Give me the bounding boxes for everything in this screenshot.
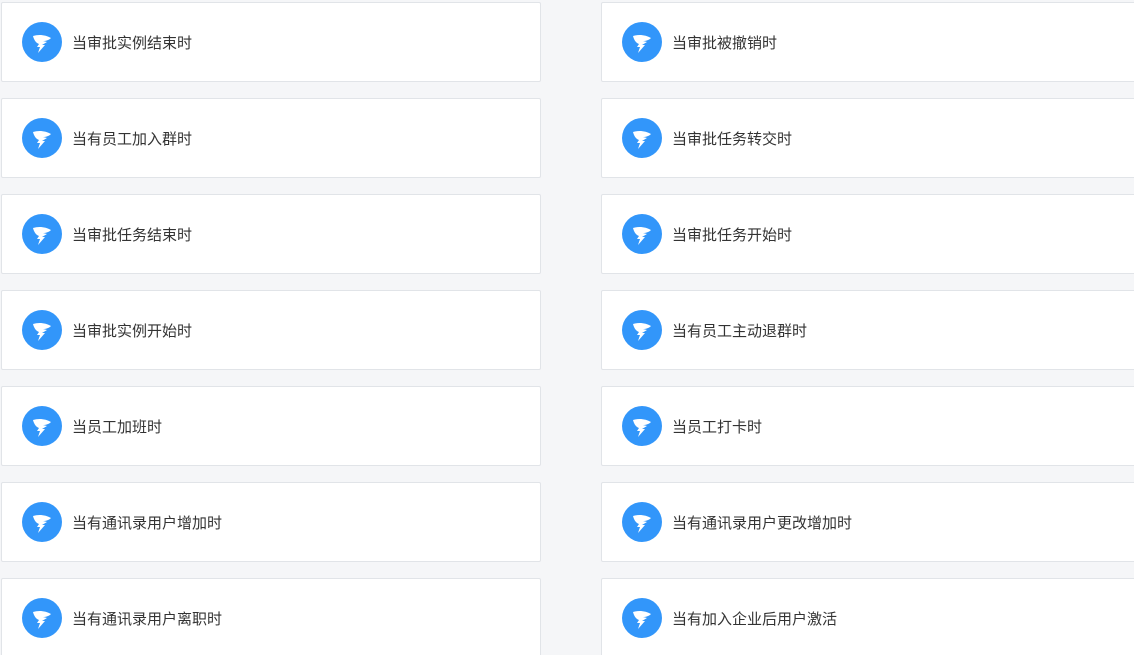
trigger-card[interactable]: 当审批实例结束时 bbox=[1, 2, 541, 82]
trigger-card[interactable]: 当有员工加入群时 bbox=[1, 98, 541, 178]
trigger-card[interactable]: 当员工打卡时 bbox=[601, 386, 1134, 466]
dingtalk-logo-icon bbox=[622, 406, 662, 446]
trigger-label: 当员工打卡时 bbox=[672, 417, 763, 436]
trigger-label: 当审批任务开始时 bbox=[672, 225, 793, 244]
trigger-label: 当审批任务转交时 bbox=[672, 129, 793, 148]
dingtalk-logo-icon bbox=[22, 118, 62, 158]
dingtalk-logo-icon bbox=[622, 502, 662, 542]
trigger-label: 当有通讯录用户更改增加时 bbox=[672, 513, 853, 532]
dingtalk-logo-icon bbox=[622, 214, 662, 254]
trigger-card[interactable]: 当有通讯录用户更改增加时 bbox=[601, 482, 1134, 562]
trigger-label: 当有通讯录用户离职时 bbox=[72, 609, 223, 628]
trigger-card[interactable]: 当审批任务结束时 bbox=[1, 194, 541, 274]
trigger-card[interactable]: 当有通讯录用户增加时 bbox=[1, 482, 541, 562]
trigger-card[interactable]: 当有员工主动退群时 bbox=[601, 290, 1134, 370]
trigger-label: 当审批实例结束时 bbox=[72, 33, 193, 52]
trigger-label: 当审批任务结束时 bbox=[72, 225, 193, 244]
dingtalk-logo-icon bbox=[22, 310, 62, 350]
trigger-grid: 当审批实例结束时 当审批被撤销时 当有员工加入群时 当审批任务转交时 当审批任务… bbox=[0, 0, 1134, 655]
trigger-label: 当审批实例开始时 bbox=[72, 321, 193, 340]
dingtalk-logo-icon bbox=[622, 118, 662, 158]
dingtalk-logo-icon bbox=[622, 310, 662, 350]
trigger-label: 当有员工加入群时 bbox=[72, 129, 193, 148]
trigger-card[interactable]: 当员工加班时 bbox=[1, 386, 541, 466]
dingtalk-logo-icon bbox=[622, 598, 662, 638]
trigger-label: 当有员工主动退群时 bbox=[672, 321, 808, 340]
dingtalk-logo-icon bbox=[22, 502, 62, 542]
trigger-card[interactable]: 当审批被撤销时 bbox=[601, 2, 1134, 82]
dingtalk-logo-icon bbox=[22, 406, 62, 446]
dingtalk-logo-icon bbox=[22, 22, 62, 62]
trigger-card[interactable]: 当审批实例开始时 bbox=[1, 290, 541, 370]
dingtalk-logo-icon bbox=[22, 598, 62, 638]
trigger-label: 当审批被撤销时 bbox=[672, 33, 778, 52]
trigger-label: 当有通讯录用户增加时 bbox=[72, 513, 223, 532]
trigger-card[interactable]: 当审批任务开始时 bbox=[601, 194, 1134, 274]
trigger-label: 当有加入企业后用户激活 bbox=[672, 609, 838, 628]
dingtalk-logo-icon bbox=[22, 214, 62, 254]
trigger-label: 当员工加班时 bbox=[72, 417, 163, 436]
trigger-card[interactable]: 当有加入企业后用户激活 bbox=[601, 578, 1134, 655]
trigger-card[interactable]: 当审批任务转交时 bbox=[601, 98, 1134, 178]
trigger-card[interactable]: 当有通讯录用户离职时 bbox=[1, 578, 541, 655]
dingtalk-logo-icon bbox=[622, 22, 662, 62]
